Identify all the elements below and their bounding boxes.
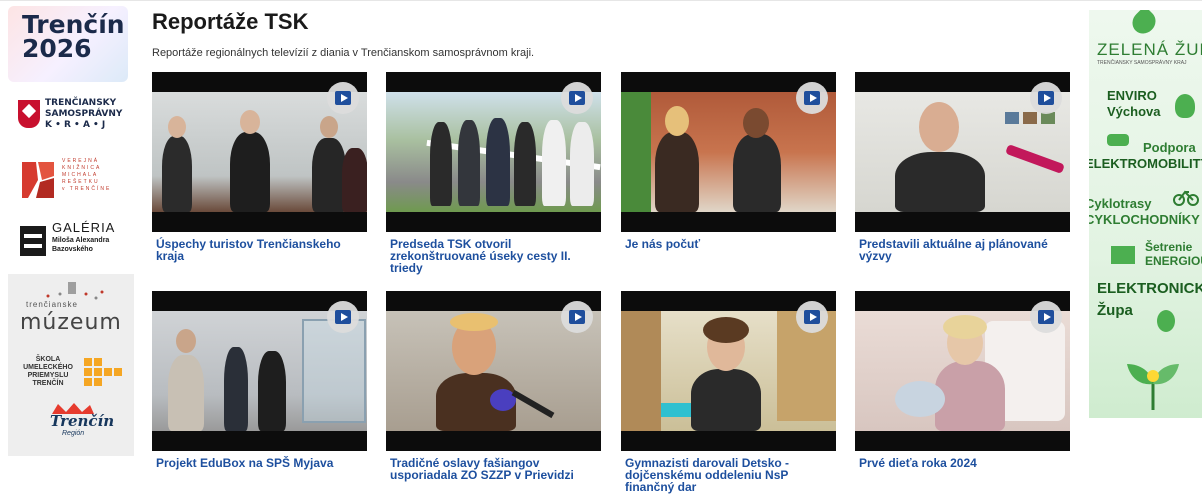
- video-caption[interactable]: Tradičné oslavy fašiangov usporiadala ZO…: [390, 457, 600, 481]
- video-thumbnail[interactable]: [386, 72, 601, 232]
- skola-line1: ŠKOLA: [35, 356, 61, 363]
- tsk-kraj-logo[interactable]: TRENČIANSKY SAMOSPRÁVNY K • R • A • J: [18, 98, 130, 132]
- play-icon[interactable]: [796, 301, 828, 333]
- bicycle-icon: [1173, 190, 1199, 206]
- galeria-mark-icon: [20, 226, 46, 256]
- video-card[interactable]: Úspechy turistov Trenčianskeho kraja: [152, 72, 367, 262]
- setrenie-label: Šetrenie: [1145, 240, 1193, 254]
- cyklotrasy-label: Cyklotrasy: [1089, 196, 1152, 211]
- muzeum-title: múzeum: [20, 310, 122, 335]
- car-icon: [1107, 134, 1129, 146]
- galeria-line2: Miloša Alexandra: [52, 237, 110, 244]
- kraj-logo-text: TRENČIANSKY SAMOSPRÁVNY K • R • A • J: [45, 98, 122, 131]
- podpora-label: Podpora: [1143, 140, 1196, 155]
- kraj-line3: K • R • A • J: [45, 120, 106, 130]
- video-caption[interactable]: Úspechy turistov Trenčianskeho kraja: [156, 238, 366, 262]
- elektromobility-label: ELEKTROMOBILITY: [1089, 156, 1202, 171]
- muzeum-dots-icon: [46, 282, 104, 300]
- video-thumbnail[interactable]: [621, 72, 836, 232]
- trencin-region-main: Trenčín: [50, 412, 115, 430]
- banner-title: ZELENÁ ŽUPA: [1097, 40, 1202, 59]
- leaf-icon: [1127, 10, 1161, 39]
- trencin-region-sub: Región: [62, 430, 85, 437]
- skola-line4: TRENČÍN: [32, 380, 64, 387]
- galeria-logo[interactable]: GALÉRIA Miloša Alexandra Bazovského: [20, 220, 132, 262]
- kniznica-line4: REŠETKU: [62, 179, 100, 185]
- video-card[interactable]: Projekt EduBox na SPŠ Myjava: [152, 291, 367, 469]
- play-icon[interactable]: [327, 301, 359, 333]
- video-thumbnail[interactable]: [855, 291, 1070, 451]
- kniznica-line2: KNIŽNICA: [62, 165, 102, 171]
- skola-line3: PRIEMYSLU: [27, 372, 69, 379]
- skola-grid-icon: [84, 358, 122, 386]
- video-thumbnail[interactable]: [152, 291, 367, 451]
- plant-icon: [1127, 364, 1179, 410]
- video-card[interactable]: Je nás počuť: [621, 72, 836, 250]
- enviro-label: ENVIRO Výchova: [1107, 88, 1160, 120]
- kniznica-line5: v TRENČÍNE: [62, 186, 112, 192]
- logo-2026-line2: 2026: [22, 34, 92, 63]
- zelena-zupa-banner[interactable]: ZELENÁ ŽUPA TRENČIANSKY SAMOSPRÁVNY KRAJ…: [1089, 10, 1202, 418]
- play-icon[interactable]: [561, 82, 593, 114]
- enviro-line2: Výchova: [1107, 104, 1161, 119]
- video-thumbnail[interactable]: [855, 72, 1070, 232]
- muzeum-small-text: trenčianske: [26, 300, 78, 309]
- muzeum-logo[interactable]: trenčianske múzeum ŠKOLA UMELECKÉHO PRIE…: [8, 274, 134, 456]
- video-card[interactable]: Predseda TSK otvoril zrekonštruované úse…: [386, 72, 601, 274]
- play-icon[interactable]: [796, 82, 828, 114]
- video-caption[interactable]: Je nás počuť: [625, 238, 835, 250]
- footprints-icon: [1175, 94, 1195, 118]
- kniznica-line3: MICHALA: [62, 172, 99, 178]
- skola-text: ŠKOLA UMELECKÉHO PRIEMYSLU TRENČÍN: [16, 356, 80, 388]
- play-icon[interactable]: [327, 82, 359, 114]
- enviro-line1: ENVIRO: [1107, 88, 1157, 103]
- page-description: Reportáže regionálnych televízií z diani…: [152, 47, 535, 59]
- video-card[interactable]: Prvé dieťa roka 2024: [855, 291, 1070, 469]
- galeria-text: GALÉRIA Miloša Alexandra Bazovského: [52, 220, 116, 254]
- kraj-line2: SAMOSPRÁVNY: [45, 109, 123, 119]
- video-caption[interactable]: Predseda TSK otvoril zrekonštruované úse…: [390, 238, 600, 274]
- page-title: Reportáže TSK: [152, 9, 309, 34]
- cyklochodniky-label: CYKLOCHODNÍKY: [1089, 212, 1200, 227]
- video-thumbnail[interactable]: [386, 291, 601, 451]
- banner-subtitle: TRENČIANSKY SAMOSPRÁVNY KRAJ: [1097, 60, 1187, 66]
- play-icon[interactable]: [1030, 82, 1062, 114]
- video-caption[interactable]: Predstavili aktuálne aj plánované výzvy: [859, 238, 1069, 262]
- top-border: [0, 0, 1202, 1]
- skola-line2: UMELECKÉHO: [23, 364, 73, 371]
- video-caption[interactable]: Projekt EduBox na SPŠ Myjava: [156, 457, 366, 469]
- galeria-line1: GALÉRIA: [52, 220, 116, 235]
- elektronicka-label: ELEKTRONICKÁ: [1097, 280, 1202, 297]
- trencin-region-logo: Trenčín Región: [42, 402, 114, 444]
- video-card[interactable]: Tradičné oslavy fašiangov usporiadala ZO…: [386, 291, 601, 481]
- galeria-line3: Bazovského: [52, 246, 93, 253]
- trencin-2026-logo[interactable]: Trenčín 2026: [8, 6, 128, 82]
- house-icon: [1111, 246, 1135, 264]
- coat-of-arms-icon: [18, 100, 40, 128]
- video-caption[interactable]: Gymnazisti darovali Detsko - dojčenskému…: [625, 457, 835, 493]
- play-icon[interactable]: [561, 301, 593, 333]
- bulb-icon: [1157, 310, 1175, 332]
- video-card[interactable]: Predstavili aktuálne aj plánované výzvy: [855, 72, 1070, 262]
- energiou-label: ENERGIOU: [1145, 254, 1202, 268]
- vk-monogram-icon: [22, 162, 54, 198]
- video-card[interactable]: Gymnazisti darovali Detsko - dojčenskému…: [621, 291, 836, 493]
- video-thumbnail[interactable]: [152, 72, 367, 232]
- kniznica-logo[interactable]: VEREJNÁ KNIŽNICA MICHALA REŠETKU v TRENČ…: [22, 158, 130, 202]
- video-caption[interactable]: Prvé dieťa roka 2024: [859, 457, 1069, 469]
- partner-sidebar: Trenčín 2026 TRENČIANSKY SAMOSPRÁVNY K •…: [0, 0, 140, 490]
- kniznica-line1: VEREJNÁ: [62, 158, 100, 164]
- play-icon[interactable]: [1030, 301, 1062, 333]
- video-thumbnail[interactable]: [621, 291, 836, 451]
- kraj-line1: TRENČIANSKY: [45, 98, 117, 108]
- zupa-label: Župa: [1097, 302, 1133, 319]
- kniznica-text: VEREJNÁ KNIŽNICA MICHALA REŠETKU v TRENČ…: [62, 158, 111, 193]
